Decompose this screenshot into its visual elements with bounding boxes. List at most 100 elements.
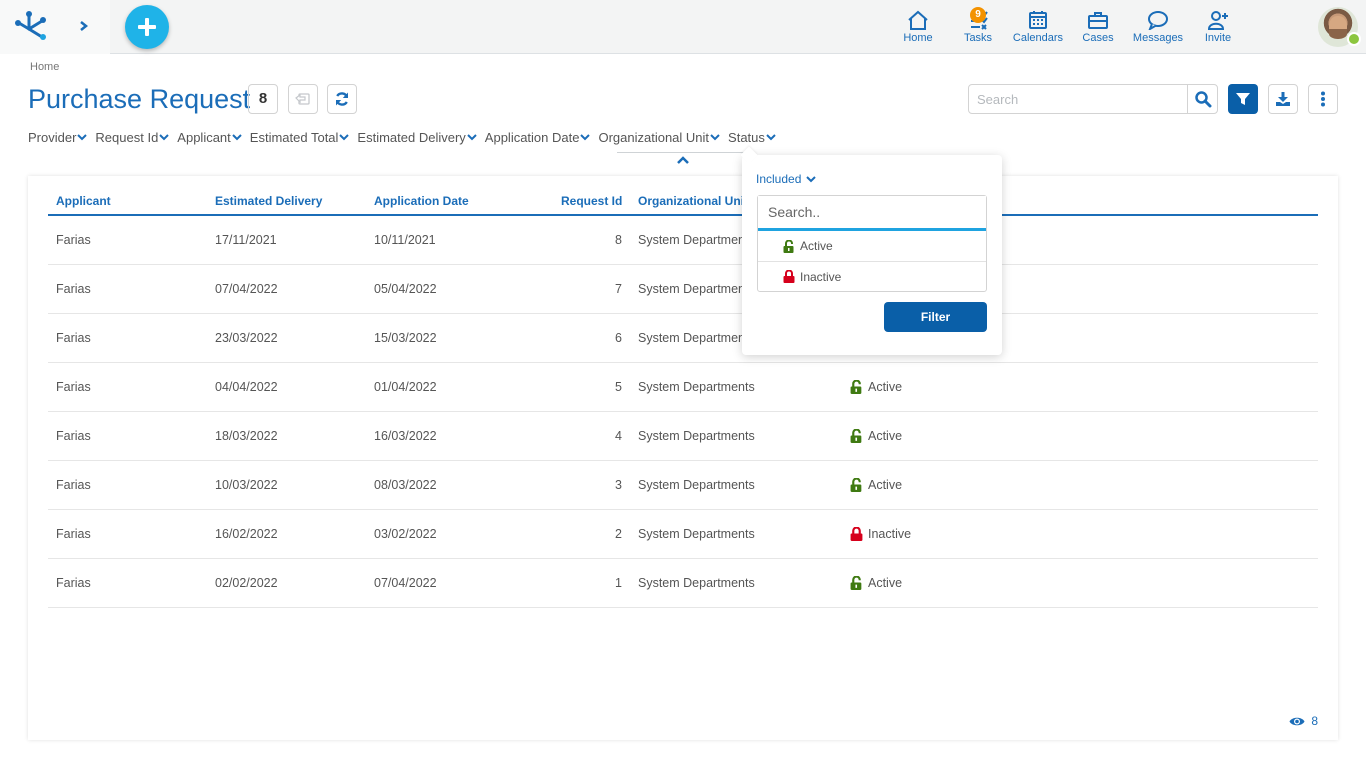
filter-toggle-button[interactable] [1228, 84, 1258, 114]
cell-request-id: 1 [615, 576, 622, 590]
add-new-button[interactable] [125, 5, 169, 49]
table-row[interactable]: Farias 17/11/2021 10/11/2021 8 System Depart… [48, 216, 1318, 265]
status-label: Active [868, 478, 903, 492]
table-header: Applicant Estimated Delivery Application… [48, 176, 1318, 216]
cell-application-date: 01/04/2022 [374, 380, 437, 394]
cell-application-date: 15/03/2022 [374, 331, 437, 345]
cell-application-date: 10/11/2021 [374, 233, 436, 247]
chip-label: Status [728, 129, 765, 145]
table-row[interactable]: Farias 23/03/2022 15/03/2022 6 System Depart… [48, 314, 1318, 363]
nav-cases[interactable]: Cases [1068, 0, 1128, 54]
cell-organizational-unit: System Departments [638, 380, 755, 394]
nav-calendars-label: Calendars [1012, 32, 1064, 44]
table-row[interactable]: Farias 02/02/2022 07/04/2022 1 System Depart… [48, 559, 1318, 608]
cell-applicant: Farias [56, 527, 91, 541]
search-input[interactable] [969, 85, 1188, 113]
back-button[interactable] [288, 84, 318, 114]
status-option-active[interactable]: Active [758, 231, 986, 261]
table-row[interactable]: Farias 04/04/2022 01/04/2022 5 System Depart… [48, 363, 1318, 412]
cell-applicant: Farias [56, 380, 91, 394]
tasks-badge: 9 [970, 7, 986, 23]
cell-organizational-unit: System Departments [638, 478, 755, 492]
filter-chips: Provider Request Id Applicant Estimated … [28, 128, 784, 146]
status-option-inactive[interactable]: Inactive [758, 261, 986, 291]
cell-estimated-delivery: 10/03/2022 [215, 478, 278, 492]
cell-request-id: 8 [615, 233, 622, 247]
chevron-down-icon [467, 134, 477, 141]
chip-estimated-delivery[interactable]: Estimated Delivery [357, 128, 477, 146]
chip-label: Estimated Delivery [357, 129, 466, 145]
column-header-organizational-unit[interactable]: Organizational Unit [638, 194, 748, 208]
cell-estimated-delivery: 23/03/2022 [215, 331, 278, 345]
chip-label: Estimated Total [249, 129, 339, 145]
chip-label: Applicant [177, 129, 231, 145]
cell-request-id: 6 [615, 331, 622, 345]
table-row[interactable]: Farias 16/02/2022 03/02/2022 2 System Depart… [48, 510, 1318, 559]
cell-organizational-unit: System Departments [638, 429, 755, 443]
column-header-applicant[interactable]: Applicant [56, 194, 111, 208]
status-label: Inactive [868, 527, 912, 541]
apply-filter-button[interactable]: Filter [884, 302, 987, 332]
table-row[interactable]: Farias 10/03/2022 08/03/2022 3 System Depart… [48, 461, 1318, 510]
cell-applicant: Farias [56, 576, 91, 590]
nav-calendars[interactable]: Calendars [1008, 0, 1068, 54]
cell-request-id: 7 [615, 282, 622, 296]
lock-icon [850, 527, 863, 541]
nav-messages[interactable]: Messages [1128, 0, 1188, 54]
status-option-label: Inactive [800, 269, 842, 284]
nav-invite-label: Invite [1204, 32, 1232, 44]
chip-status[interactable]: Status [728, 128, 776, 146]
table-row[interactable]: Farias 18/03/2022 16/03/2022 4 System Depart… [48, 412, 1318, 461]
nav-messages-label: Messages [1132, 32, 1184, 44]
column-header-application-date[interactable]: Application Date [374, 194, 469, 208]
cell-request-id: 2 [615, 527, 622, 541]
download-button[interactable] [1268, 84, 1298, 114]
cell-estimated-delivery: 16/02/2022 [215, 527, 278, 541]
status-label: Active [868, 380, 903, 394]
include-mode-dropdown[interactable]: Included [756, 172, 817, 186]
top-nav: Home 9 Tasks Calendars Cases Messages In… [888, 0, 1248, 54]
app-logo-icon[interactable] [14, 9, 48, 41]
collapse-chips-chevron-up-icon[interactable] [676, 155, 690, 165]
expand-menu-chevron-icon[interactable] [76, 16, 92, 36]
chevron-down-icon [806, 176, 817, 183]
nav-home[interactable]: Home [888, 0, 948, 54]
cell-applicant: Farias [56, 331, 91, 345]
breadcrumb-home[interactable]: Home [30, 61, 59, 73]
cell-estimated-delivery: 04/04/2022 [215, 380, 278, 394]
lock-icon [783, 270, 795, 283]
cell-estimated-delivery: 18/03/2022 [215, 429, 278, 443]
chat-icon [1148, 11, 1168, 30]
unlock-icon [850, 380, 862, 394]
column-header-request-id[interactable]: Request Id [561, 194, 622, 208]
visible-count-value: 8 [1311, 714, 1318, 728]
cell-status: Active [850, 478, 902, 492]
include-mode-label: Included [756, 172, 802, 186]
chip-estimated-total[interactable]: Estimated Total [250, 128, 350, 146]
briefcase-icon [1088, 12, 1108, 29]
chip-provider[interactable]: Provider [28, 128, 88, 146]
cell-request-id: 4 [615, 429, 622, 443]
cell-organizational-unit: System Departments [638, 576, 755, 590]
column-header-estimated-delivery[interactable]: Estimated Delivery [215, 194, 322, 208]
search-icon [1195, 91, 1212, 108]
chevron-down-icon [766, 134, 776, 141]
chip-label: Provider [28, 129, 77, 145]
user-plus-icon [1207, 11, 1228, 30]
cell-applicant: Farias [56, 233, 91, 247]
chip-application-date[interactable]: Application Date [485, 128, 591, 146]
chips-divider [617, 152, 748, 153]
status-search-input[interactable] [758, 196, 986, 231]
search-button[interactable] [1187, 85, 1217, 113]
avatar-beard [1329, 29, 1347, 39]
cell-estimated-delivery: 02/02/2022 [215, 576, 278, 590]
nav-invite[interactable]: Invite [1188, 0, 1248, 54]
chip-request-id[interactable]: Request Id [95, 128, 170, 146]
more-options-button[interactable] [1308, 84, 1338, 114]
nav-tasks[interactable]: 9 Tasks [948, 0, 1008, 54]
chevron-down-icon [77, 134, 88, 141]
chip-organizational-unit[interactable]: Organizational Unit [598, 128, 720, 146]
chip-applicant[interactable]: Applicant [177, 128, 242, 146]
table-row[interactable]: Farias 07/04/2022 05/04/2022 7 System Depart… [48, 265, 1318, 314]
refresh-button[interactable] [327, 84, 357, 114]
